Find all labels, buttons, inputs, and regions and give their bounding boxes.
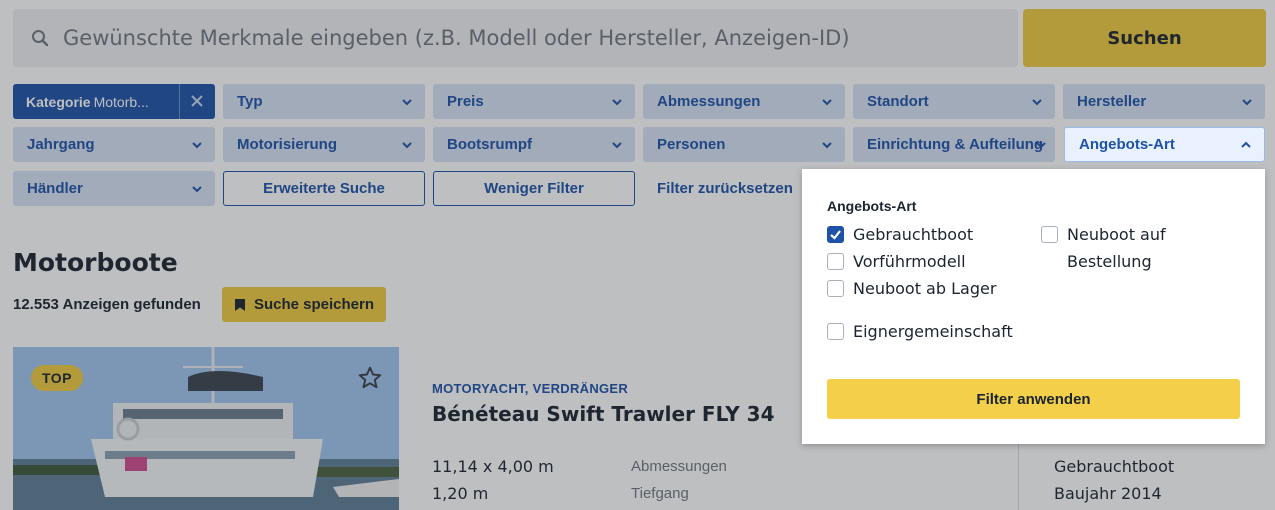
- option-eignergemeinschaft[interactable]: Eignergemeinschaft: [827, 318, 1013, 345]
- checkbox[interactable]: [1041, 226, 1058, 243]
- option-label: Gebrauchtboot: [853, 225, 974, 244]
- page: Suchen Kategorie Motorb... Typ Preis Abm…: [0, 0, 1275, 510]
- option-label: Neuboot auf: [1067, 225, 1166, 244]
- filter-chip-label: Angebots-Art: [1079, 136, 1175, 153]
- checkbox[interactable]: [827, 253, 844, 270]
- option-label: Neuboot ab Lager: [853, 279, 997, 298]
- dropdown-title: Angebots-Art: [827, 198, 917, 214]
- option-label: Vorführmodell: [853, 252, 966, 271]
- checkbox-checked[interactable]: [827, 226, 844, 243]
- option-label: Eignergemeinschaft: [853, 322, 1013, 341]
- chevron-up-icon: [1241, 141, 1251, 148]
- checkbox[interactable]: [827, 323, 844, 340]
- offer-type-dropdown: Angebots-Art Gebrauchtboot Vorführmodell…: [802, 169, 1265, 444]
- option-neuboot-auf-bestellung[interactable]: Neuboot auf Bestellung: [1041, 221, 1166, 275]
- option-label-group: Neuboot auf Bestellung: [1067, 221, 1166, 275]
- filter-chip-angebots-art[interactable]: Angebots-Art: [1064, 127, 1265, 162]
- option-neuboot-ab-lager[interactable]: Neuboot ab Lager: [827, 275, 996, 302]
- option-vorfuehrmodell[interactable]: Vorführmodell: [827, 248, 966, 275]
- checkbox[interactable]: [827, 280, 844, 297]
- apply-filter-button[interactable]: Filter anwenden: [827, 379, 1240, 419]
- checkmark-icon: [830, 230, 841, 240]
- option-label-line2: Bestellung: [1067, 252, 1152, 271]
- option-gebrauchtboot[interactable]: Gebrauchtboot: [827, 221, 973, 248]
